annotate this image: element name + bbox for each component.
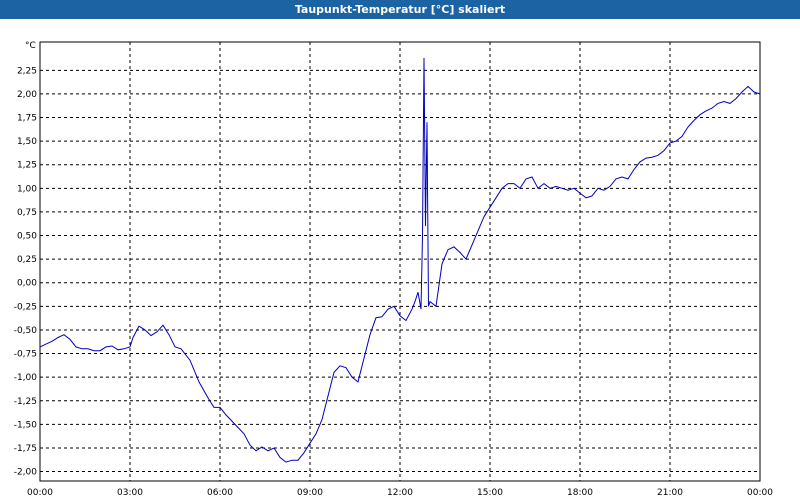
x-tick-time: 15:00 xyxy=(477,488,503,498)
window-title: Taupunkt-Temperatur [°C] skaliert xyxy=(0,0,800,19)
y-tick-label: -0,50 xyxy=(14,326,38,336)
x-tick-time: 12:00 xyxy=(387,488,413,498)
y-tick-label: -0,75 xyxy=(14,350,37,360)
line-chart: °C 2,25 2,00 1,75 1,50 1,25 1,00 0,75 0,50 0,25 0… xyxy=(14,41,774,498)
x-tick-time: 18:00 xyxy=(567,488,593,498)
y-tick-label: 1,50 xyxy=(17,137,37,147)
chart-window: Taupunkt-Temperatur [°C] skaliert °C 2,2… xyxy=(0,0,800,500)
grid-lines xyxy=(40,42,760,481)
x-axis-ticks: 00:0003.02.2603:0003.02.2606:0003.02.260… xyxy=(27,488,773,498)
y-axis-unit: °C xyxy=(25,41,36,51)
y-tick-label: -2,00 xyxy=(14,468,38,478)
y-tick-label: 1,25 xyxy=(17,161,37,171)
y-tick-label: -1,25 xyxy=(14,397,37,407)
y-tick-label: -1,00 xyxy=(14,373,38,383)
y-tick-label: -0,25 xyxy=(14,302,37,312)
y-axis-ticks: 2,25 2,00 1,75 1,50 1,25 1,00 0,75 0,50 0,25 0,00… xyxy=(14,66,38,477)
y-tick-label: 2,00 xyxy=(17,90,37,100)
y-tick-label: 0,75 xyxy=(17,208,37,218)
y-tick-label: 0,00 xyxy=(17,279,37,289)
y-tick-label: 0,25 xyxy=(17,255,37,265)
x-tick-time: 21:00 xyxy=(657,488,683,498)
y-tick-label: 0,50 xyxy=(17,232,37,242)
y-tick-label: 2,25 xyxy=(17,66,37,76)
y-tick-label: -1,50 xyxy=(14,420,38,430)
x-tick-time: 00:00 xyxy=(27,488,53,498)
y-tick-label: 1,00 xyxy=(17,184,37,194)
x-tick-time: 00:00 xyxy=(747,488,773,498)
x-tick-time: 09:00 xyxy=(297,488,323,498)
y-tick-label: -1,75 xyxy=(14,444,37,454)
y-tick-label: 1,75 xyxy=(17,114,37,124)
x-tick-time: 03:00 xyxy=(117,488,143,498)
x-tick-time: 06:00 xyxy=(207,488,233,498)
